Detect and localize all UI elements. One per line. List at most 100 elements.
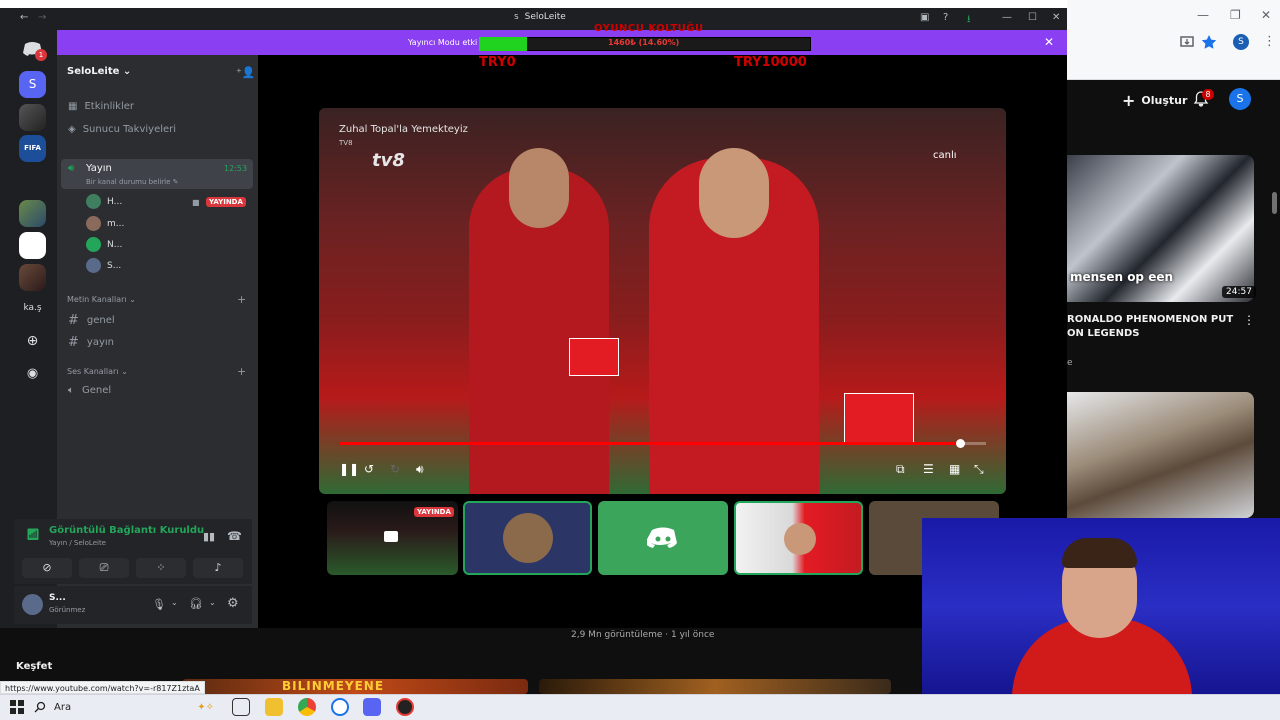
layout-icon[interactable]: ▦ <box>949 462 960 476</box>
chevron-down-icon[interactable]: ⌄ <box>209 598 216 607</box>
add-channel-icon[interactable]: + <box>237 365 246 378</box>
voice-member[interactable]: m... <box>86 216 124 231</box>
microphone-icon[interactable]: 🎙︎ <box>152 598 166 611</box>
taskbar-search[interactable]: Ara ✦✧ <box>34 697 214 717</box>
server-icon[interactable] <box>19 104 46 131</box>
discord-taskbar-icon[interactable] <box>363 698 381 716</box>
add-server-icon[interactable]: ⊕ <box>19 328 46 355</box>
activities-button[interactable]: ⁘ <box>136 558 186 578</box>
chrome-icon[interactable] <box>298 698 316 716</box>
close-window-icon[interactable]: ✕ <box>1052 12 1060 23</box>
member-list-icon[interactable]: ☰ <box>923 462 934 476</box>
player-face <box>509 148 569 228</box>
pause-icon[interactable]: ❚❚ <box>339 462 359 476</box>
fifa-server-icon[interactable]: FIFA <box>19 135 46 162</box>
invite-people-icon[interactable]: ⁺👤 <box>236 66 256 79</box>
menu-events[interactable]: ▦ Etkinlikler <box>68 101 134 112</box>
help-icon[interactable]: ? <box>943 12 948 23</box>
maximize-icon[interactable]: ☐ <box>1028 12 1037 23</box>
participant-tile[interactable] <box>463 501 592 575</box>
headphones-icon[interactable]: 🎧︎ <box>189 597 203 610</box>
search-placeholder: Ara <box>54 701 72 713</box>
user-avatar[interactable] <box>22 594 43 615</box>
text-channel-genel[interactable]: # genel <box>68 313 115 328</box>
volume-icon[interactable]: 🔊︎ <box>416 462 424 477</box>
voice-member[interactable]: H... <box>86 194 122 209</box>
goal-current-amount: 1460₺ (14.60%) <box>608 38 680 47</box>
server-text-icon[interactable]: ka.ş <box>19 303 46 313</box>
window-title-icon: S <box>514 13 519 21</box>
forward-arrow-icon[interactable]: → <box>38 12 46 23</box>
video-progress-fill <box>339 442 961 445</box>
server-icon[interactable] <box>19 264 46 291</box>
voice-location[interactable]: Yayın / SeloLeite <box>49 539 106 547</box>
goal-max-label: TRY10000 <box>734 55 807 70</box>
close-icon[interactable]: ✕ <box>1261 8 1271 22</box>
install-app-icon[interactable] <box>1179 34 1195 50</box>
goal-min-label: TRY0 <box>479 55 516 70</box>
shorts-thumbnail-2[interactable] <box>539 679 891 694</box>
voice-member[interactable]: N... <box>86 237 122 252</box>
camera-off-button[interactable]: ⊘ <box>22 558 72 578</box>
category-voice-channels[interactable]: Ses Kanalları ⌄ <box>67 367 128 376</box>
voice-member[interactable]: S... <box>86 258 121 273</box>
screen-share-icon: ⎚ <box>99 561 109 574</box>
text-channel-yayin[interactable]: # yayın <box>68 335 114 350</box>
create-button[interactable]: + Oluştur <box>1122 90 1187 110</box>
goal-progress-fill <box>479 37 528 51</box>
server-icon-active[interactable]: S <box>19 71 46 98</box>
server-icon[interactable] <box>19 200 46 227</box>
video-thumbnail-2[interactable] <box>1067 392 1254 518</box>
video-menu-icon[interactable]: ⋮ <box>1243 313 1255 327</box>
voice-channel-genel[interactable]: 🔈︎ Genel <box>68 385 111 396</box>
server-name-header[interactable]: SeloLeite ⌄ <box>67 66 131 77</box>
screen-share-button[interactable]: ⎚ <box>79 558 129 578</box>
exit-fullscreen-icon[interactable]: ⤡ <box>974 462 984 477</box>
server-icon[interactable] <box>19 232 46 259</box>
player-face <box>699 148 769 238</box>
add-channel-icon[interactable]: + <box>237 293 246 306</box>
category-text-channels[interactable]: Metin Kanalları ⌄ <box>67 295 136 304</box>
participant-tile[interactable] <box>734 501 863 575</box>
sparkle-icon: ✦✧ <box>197 701 214 713</box>
chevron-down-icon[interactable]: ⌄ <box>171 598 178 607</box>
tile-live-badge: YAYINDA <box>414 507 454 517</box>
channel-status-placeholder[interactable]: Bir kanal durumu belirle ✎ <box>86 178 179 186</box>
participant-tile[interactable] <box>598 501 728 575</box>
youtube-avatar[interactable]: S <box>1229 88 1251 110</box>
window-title-text: SeloLeite <box>524 12 566 22</box>
banner-close-button[interactable]: ✕ <box>1044 35 1054 49</box>
download-icon[interactable]: ⭳ <box>967 12 971 29</box>
explore-servers-icon[interactable]: ◉ <box>19 360 46 387</box>
forward-icon[interactable]: ↻ <box>390 462 400 476</box>
signal-icon: 📶︎ <box>26 528 40 541</box>
app-c-icon[interactable] <box>331 698 349 716</box>
plus-icon: + <box>1122 90 1136 110</box>
unread-badge: 1 <box>35 49 47 61</box>
windows-start-icon[interactable] <box>10 700 24 714</box>
minimize-icon[interactable]: — <box>1002 12 1012 23</box>
channel-label: yayın <box>86 337 114 348</box>
soundboard-button[interactable]: ♪ <box>193 558 243 578</box>
task-view-icon[interactable] <box>232 698 250 716</box>
rewind-icon[interactable]: ↺ <box>364 462 374 476</box>
obs-icon[interactable] <box>396 698 414 716</box>
bookmark-star-icon[interactable] <box>1201 34 1217 50</box>
video-title-link[interactable]: RONALDO PHENOMENON PUT ON LEGENDS <box>1067 313 1237 341</box>
popout-icon[interactable]: ⧉ <box>896 462 905 477</box>
disconnect-icon[interactable]: ☎ <box>227 529 242 543</box>
more-menu-icon[interactable]: ⋮ <box>1263 34 1276 49</box>
restore-icon[interactable]: ❐ <box>1230 8 1241 22</box>
scrollbar-thumb[interactable] <box>1272 192 1277 214</box>
profile-avatar[interactable]: S <box>1233 34 1249 50</box>
back-arrow-icon[interactable]: ← <box>20 12 28 23</box>
menu-boosts[interactable]: ◈ Sunucu Takviyeleri <box>68 124 176 135</box>
file-explorer-icon[interactable] <box>265 698 283 716</box>
stream-video[interactable] <box>319 108 1006 494</box>
noise-suppression-icon[interactable]: ▮▮ <box>203 530 215 543</box>
goal-title: OYUNCU KOLTUĞU <box>594 23 704 34</box>
server-icon[interactable] <box>19 168 46 192</box>
minimize-icon[interactable]: — <box>1197 8 1209 22</box>
inbox-icon[interactable]: ▣ <box>920 12 929 23</box>
settings-gear-icon[interactable]: ⚙ <box>227 596 239 611</box>
